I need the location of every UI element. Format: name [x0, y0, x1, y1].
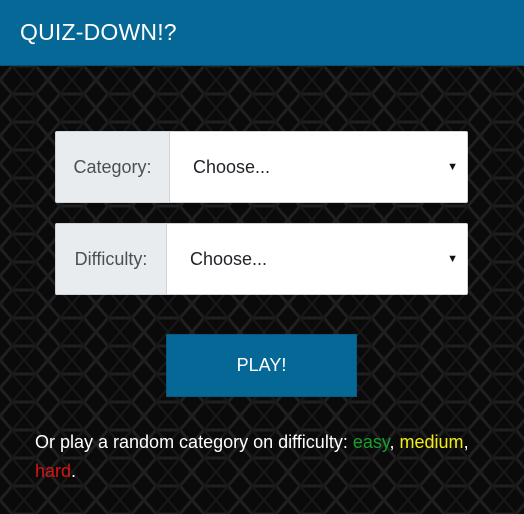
difficulty-selected-value: Choose...: [190, 248, 268, 269]
category-label: Category:: [56, 132, 170, 202]
play-button[interactable]: PLAY!: [166, 334, 357, 397]
random-separator: ,: [389, 432, 400, 452]
medium-link[interactable]: medium: [400, 432, 464, 452]
app-root: QUIZ-DOWN!? Category: Choose... ▼ Diffic…: [0, 0, 524, 514]
hard-link[interactable]: hard: [35, 461, 71, 481]
random-separator: ,: [463, 432, 469, 452]
app-title: QUIZ-DOWN!?: [20, 19, 177, 45]
random-prefix: Or play a random category on difficulty:: [35, 432, 353, 452]
random-category-text: Or play a random category on difficulty:…: [35, 428, 495, 486]
difficulty-label: Difficulty:: [56, 224, 167, 294]
header-bar: QUIZ-DOWN!?: [0, 0, 524, 66]
category-field-group: Category: Choose... ▼: [55, 131, 468, 203]
caret-down-icon: ▼: [447, 253, 458, 265]
category-selected-value: Choose...: [193, 156, 271, 177]
category-select[interactable]: Choose... ▼: [170, 132, 467, 202]
easy-link[interactable]: easy: [353, 432, 390, 452]
caret-down-icon: ▼: [447, 161, 458, 173]
difficulty-field-group: Difficulty: Choose... ▼: [55, 223, 468, 295]
random-suffix: .: [71, 461, 77, 481]
difficulty-select[interactable]: Choose... ▼: [167, 224, 467, 294]
